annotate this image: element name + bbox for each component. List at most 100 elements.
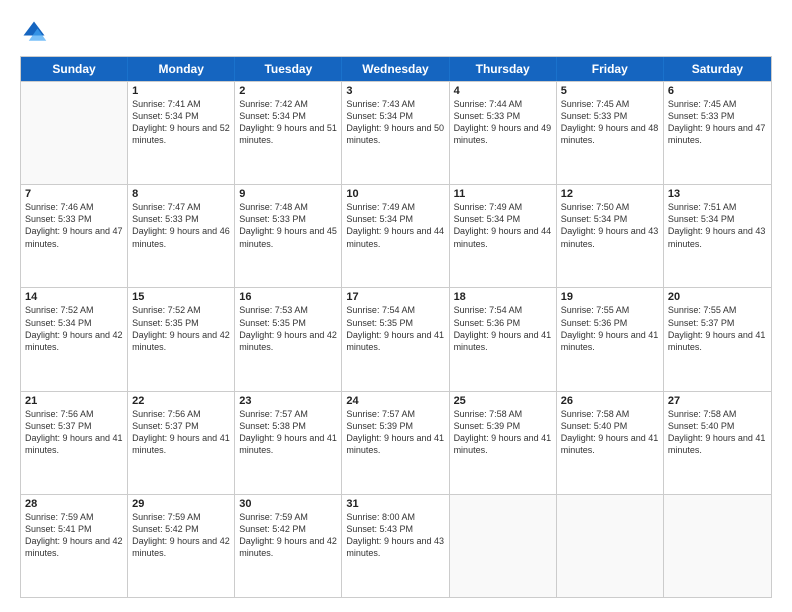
day-number: 28 xyxy=(25,498,123,510)
day-number: 30 xyxy=(239,498,337,510)
calendar: SundayMondayTuesdayWednesdayThursdayFrid… xyxy=(20,56,772,598)
weekday-header-tuesday: Tuesday xyxy=(235,57,342,81)
calendar-cell: 23Sunrise: 7:57 AMSunset: 5:38 PMDayligh… xyxy=(235,392,342,494)
day-number: 11 xyxy=(454,188,552,200)
day-info: Sunrise: 7:52 AMSunset: 5:35 PMDaylight:… xyxy=(132,304,230,353)
calendar-cell: 22Sunrise: 7:56 AMSunset: 5:37 PMDayligh… xyxy=(128,392,235,494)
day-info: Sunrise: 7:58 AMSunset: 5:40 PMDaylight:… xyxy=(561,408,659,457)
day-info: Sunrise: 7:42 AMSunset: 5:34 PMDaylight:… xyxy=(239,98,337,147)
weekday-header-saturday: Saturday xyxy=(664,57,771,81)
calendar-cell: 17Sunrise: 7:54 AMSunset: 5:35 PMDayligh… xyxy=(342,288,449,390)
day-number: 31 xyxy=(346,498,444,510)
weekday-header-friday: Friday xyxy=(557,57,664,81)
day-number: 24 xyxy=(346,395,444,407)
calendar-body: 1Sunrise: 7:41 AMSunset: 5:34 PMDaylight… xyxy=(21,81,771,597)
day-info: Sunrise: 7:58 AMSunset: 5:40 PMDaylight:… xyxy=(668,408,767,457)
calendar-row-4: 28Sunrise: 7:59 AMSunset: 5:41 PMDayligh… xyxy=(21,494,771,597)
day-info: Sunrise: 7:43 AMSunset: 5:34 PMDaylight:… xyxy=(346,98,444,147)
day-number: 20 xyxy=(668,291,767,303)
day-info: Sunrise: 7:57 AMSunset: 5:39 PMDaylight:… xyxy=(346,408,444,457)
calendar-cell: 18Sunrise: 7:54 AMSunset: 5:36 PMDayligh… xyxy=(450,288,557,390)
day-info: Sunrise: 7:57 AMSunset: 5:38 PMDaylight:… xyxy=(239,408,337,457)
calendar-cell: 21Sunrise: 7:56 AMSunset: 5:37 PMDayligh… xyxy=(21,392,128,494)
calendar-row-1: 7Sunrise: 7:46 AMSunset: 5:33 PMDaylight… xyxy=(21,184,771,287)
day-number: 25 xyxy=(454,395,552,407)
day-info: Sunrise: 7:59 AMSunset: 5:42 PMDaylight:… xyxy=(239,511,337,560)
day-number: 9 xyxy=(239,188,337,200)
weekday-header-thursday: Thursday xyxy=(450,57,557,81)
calendar-cell: 30Sunrise: 7:59 AMSunset: 5:42 PMDayligh… xyxy=(235,495,342,597)
calendar-row-0: 1Sunrise: 7:41 AMSunset: 5:34 PMDaylight… xyxy=(21,81,771,184)
day-info: Sunrise: 7:49 AMSunset: 5:34 PMDaylight:… xyxy=(454,201,552,250)
day-info: Sunrise: 7:46 AMSunset: 5:33 PMDaylight:… xyxy=(25,201,123,250)
calendar-cell: 8Sunrise: 7:47 AMSunset: 5:33 PMDaylight… xyxy=(128,185,235,287)
calendar-cell: 14Sunrise: 7:52 AMSunset: 5:34 PMDayligh… xyxy=(21,288,128,390)
day-number: 21 xyxy=(25,395,123,407)
day-number: 19 xyxy=(561,291,659,303)
day-number: 12 xyxy=(561,188,659,200)
day-number: 22 xyxy=(132,395,230,407)
day-info: Sunrise: 7:41 AMSunset: 5:34 PMDaylight:… xyxy=(132,98,230,147)
calendar-cell: 28Sunrise: 7:59 AMSunset: 5:41 PMDayligh… xyxy=(21,495,128,597)
day-info: Sunrise: 7:59 AMSunset: 5:42 PMDaylight:… xyxy=(132,511,230,560)
day-info: Sunrise: 7:45 AMSunset: 5:33 PMDaylight:… xyxy=(561,98,659,147)
day-number: 8 xyxy=(132,188,230,200)
calendar-cell xyxy=(450,495,557,597)
calendar-cell: 25Sunrise: 7:58 AMSunset: 5:39 PMDayligh… xyxy=(450,392,557,494)
day-info: Sunrise: 7:53 AMSunset: 5:35 PMDaylight:… xyxy=(239,304,337,353)
day-number: 16 xyxy=(239,291,337,303)
calendar-cell: 11Sunrise: 7:49 AMSunset: 5:34 PMDayligh… xyxy=(450,185,557,287)
day-number: 4 xyxy=(454,85,552,97)
day-number: 13 xyxy=(668,188,767,200)
calendar-cell: 31Sunrise: 8:00 AMSunset: 5:43 PMDayligh… xyxy=(342,495,449,597)
calendar-cell xyxy=(664,495,771,597)
logo-icon xyxy=(20,18,48,46)
day-info: Sunrise: 7:51 AMSunset: 5:34 PMDaylight:… xyxy=(668,201,767,250)
calendar-cell: 29Sunrise: 7:59 AMSunset: 5:42 PMDayligh… xyxy=(128,495,235,597)
logo xyxy=(20,18,52,46)
calendar-cell: 13Sunrise: 7:51 AMSunset: 5:34 PMDayligh… xyxy=(664,185,771,287)
day-info: Sunrise: 7:59 AMSunset: 5:41 PMDaylight:… xyxy=(25,511,123,560)
day-info: Sunrise: 7:56 AMSunset: 5:37 PMDaylight:… xyxy=(132,408,230,457)
day-info: Sunrise: 7:55 AMSunset: 5:37 PMDaylight:… xyxy=(668,304,767,353)
day-info: Sunrise: 7:58 AMSunset: 5:39 PMDaylight:… xyxy=(454,408,552,457)
calendar-cell xyxy=(21,82,128,184)
calendar-cell: 7Sunrise: 7:46 AMSunset: 5:33 PMDaylight… xyxy=(21,185,128,287)
day-number: 5 xyxy=(561,85,659,97)
day-info: Sunrise: 7:55 AMSunset: 5:36 PMDaylight:… xyxy=(561,304,659,353)
calendar-cell: 12Sunrise: 7:50 AMSunset: 5:34 PMDayligh… xyxy=(557,185,664,287)
day-number: 27 xyxy=(668,395,767,407)
day-info: Sunrise: 7:50 AMSunset: 5:34 PMDaylight:… xyxy=(561,201,659,250)
calendar-cell: 24Sunrise: 7:57 AMSunset: 5:39 PMDayligh… xyxy=(342,392,449,494)
day-info: Sunrise: 7:44 AMSunset: 5:33 PMDaylight:… xyxy=(454,98,552,147)
day-info: Sunrise: 7:45 AMSunset: 5:33 PMDaylight:… xyxy=(668,98,767,147)
day-info: Sunrise: 7:54 AMSunset: 5:36 PMDaylight:… xyxy=(454,304,552,353)
calendar-header-row: SundayMondayTuesdayWednesdayThursdayFrid… xyxy=(21,57,771,81)
day-number: 23 xyxy=(239,395,337,407)
calendar-cell: 15Sunrise: 7:52 AMSunset: 5:35 PMDayligh… xyxy=(128,288,235,390)
day-info: Sunrise: 7:54 AMSunset: 5:35 PMDaylight:… xyxy=(346,304,444,353)
weekday-header-sunday: Sunday xyxy=(21,57,128,81)
calendar-cell: 10Sunrise: 7:49 AMSunset: 5:34 PMDayligh… xyxy=(342,185,449,287)
calendar-cell: 4Sunrise: 7:44 AMSunset: 5:33 PMDaylight… xyxy=(450,82,557,184)
calendar-cell: 27Sunrise: 7:58 AMSunset: 5:40 PMDayligh… xyxy=(664,392,771,494)
day-number: 17 xyxy=(346,291,444,303)
day-info: Sunrise: 7:48 AMSunset: 5:33 PMDaylight:… xyxy=(239,201,337,250)
calendar-cell: 16Sunrise: 7:53 AMSunset: 5:35 PMDayligh… xyxy=(235,288,342,390)
calendar-cell: 5Sunrise: 7:45 AMSunset: 5:33 PMDaylight… xyxy=(557,82,664,184)
day-number: 26 xyxy=(561,395,659,407)
weekday-header-monday: Monday xyxy=(128,57,235,81)
day-number: 14 xyxy=(25,291,123,303)
day-number: 7 xyxy=(25,188,123,200)
calendar-cell: 26Sunrise: 7:58 AMSunset: 5:40 PMDayligh… xyxy=(557,392,664,494)
day-info: Sunrise: 7:52 AMSunset: 5:34 PMDaylight:… xyxy=(25,304,123,353)
calendar-row-2: 14Sunrise: 7:52 AMSunset: 5:34 PMDayligh… xyxy=(21,287,771,390)
header xyxy=(20,18,772,46)
day-number: 2 xyxy=(239,85,337,97)
calendar-cell: 1Sunrise: 7:41 AMSunset: 5:34 PMDaylight… xyxy=(128,82,235,184)
calendar-row-3: 21Sunrise: 7:56 AMSunset: 5:37 PMDayligh… xyxy=(21,391,771,494)
calendar-cell: 19Sunrise: 7:55 AMSunset: 5:36 PMDayligh… xyxy=(557,288,664,390)
day-info: Sunrise: 8:00 AMSunset: 5:43 PMDaylight:… xyxy=(346,511,444,560)
day-number: 10 xyxy=(346,188,444,200)
day-info: Sunrise: 7:56 AMSunset: 5:37 PMDaylight:… xyxy=(25,408,123,457)
